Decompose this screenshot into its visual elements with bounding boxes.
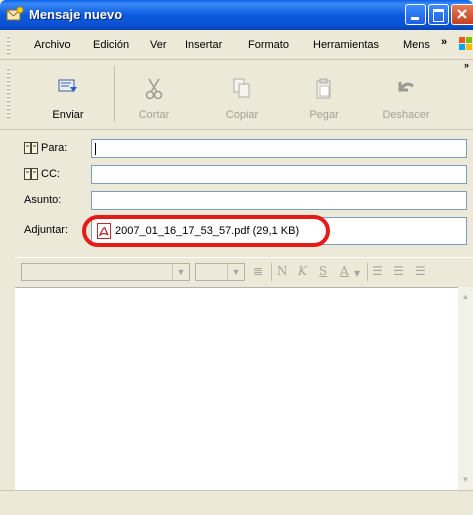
underline-button[interactable]: S	[319, 264, 327, 278]
cc-label: CC:	[41, 168, 60, 180]
menu-ver[interactable]: Ver	[150, 39, 167, 51]
scissors-icon	[145, 78, 163, 100]
message-body-editor[interactable]	[15, 287, 473, 491]
maximize-icon	[433, 9, 444, 22]
menubar-grip[interactable]	[7, 36, 10, 54]
mail-compose-window: Mensaje nuevo Archivo Edición Ver Insert…	[0, 0, 473, 515]
subject-label: Asunto:	[24, 194, 62, 206]
chevron-down-icon[interactable]: ▼	[354, 269, 360, 278]
new-message-icon	[6, 6, 24, 21]
menu-mensaje[interactable]: Mens	[403, 39, 430, 51]
toolbar-separator	[367, 263, 368, 281]
font-size-dropdown[interactable]: ▼	[195, 263, 245, 281]
undo-label: Deshacer	[382, 109, 430, 121]
menu-archivo[interactable]: Archivo	[34, 39, 71, 51]
cut-label: Cortar	[138, 109, 170, 121]
menu-edicion[interactable]: Edición	[93, 39, 129, 51]
undo-icon	[398, 82, 414, 92]
to-label: Para:	[41, 142, 68, 154]
to-label-button[interactable]: Para:	[24, 142, 68, 155]
maximize-button[interactable]	[428, 4, 449, 25]
cut-button[interactable]: Cortar	[126, 60, 182, 129]
menu-herramientas[interactable]: Herramientas	[313, 39, 379, 51]
menu-bar: Archivo Edición Ver Insertar Formato Her…	[0, 30, 473, 60]
cc-field[interactable]	[91, 165, 467, 184]
subject-field[interactable]	[91, 191, 467, 210]
send-button[interactable]: Enviar	[40, 60, 96, 129]
toolbar-grip[interactable]	[7, 68, 10, 120]
status-bar	[0, 490, 473, 515]
formatting-toolbar: ▼ ▼ ≣ N K S A ▼ ☰ ☰ ☰	[15, 257, 473, 286]
cc-label-button[interactable]: CC:	[24, 168, 60, 181]
minimize-icon	[411, 17, 419, 20]
copy-button[interactable]: Copiar	[214, 60, 270, 129]
address-book-icon	[24, 168, 38, 181]
chevron-down-icon[interactable]: ▼	[172, 264, 189, 280]
menu-insertar[interactable]: Insertar	[185, 39, 222, 51]
toolbar-overflow-chevron[interactable]: »	[464, 60, 469, 70]
send-label: Enviar	[52, 109, 84, 121]
scroll-up-arrow-icon[interactable]: ▲	[458, 288, 473, 305]
windows-logo-icon	[459, 37, 472, 50]
left-margin	[0, 257, 15, 490]
copy-label: Copiar	[225, 109, 259, 121]
toolbar-separator	[114, 66, 115, 122]
italic-button[interactable]: K	[298, 264, 307, 278]
numbered-list-icon[interactable]: ☰	[372, 264, 383, 278]
title-bar[interactable]: Mensaje nuevo	[0, 0, 473, 30]
bold-button[interactable]: N	[277, 264, 288, 278]
copy-icon	[233, 78, 250, 98]
close-icon	[457, 9, 467, 19]
attach-label: Adjuntar:	[24, 224, 69, 236]
to-field[interactable]	[91, 139, 467, 158]
highlight-ring	[82, 215, 330, 247]
undo-button[interactable]: Deshacer	[373, 60, 439, 129]
menu-overflow-chevron[interactable]: »	[441, 36, 447, 48]
chevron-down-icon[interactable]: ▼	[227, 264, 244, 280]
address-book-icon	[24, 142, 38, 155]
vertical-scrollbar[interactable]	[458, 287, 473, 490]
paragraph-style-icon[interactable]: ≣	[253, 264, 263, 278]
text-caret	[95, 143, 96, 155]
bullet-list-icon[interactable]: ☰	[393, 264, 404, 278]
paste-label: Pegar	[309, 109, 339, 121]
paste-icon	[316, 78, 331, 99]
menu-formato[interactable]: Formato	[248, 39, 289, 51]
minimize-button[interactable]	[405, 4, 426, 25]
send-icon	[58, 79, 77, 92]
close-button[interactable]	[451, 4, 473, 25]
decrease-indent-icon[interactable]: ☰	[415, 264, 426, 278]
font-name-dropdown[interactable]: ▼	[21, 263, 190, 281]
font-color-button[interactable]: A	[340, 264, 349, 278]
toolbar-separator	[271, 263, 272, 281]
paste-button[interactable]: Pegar	[296, 60, 352, 129]
scroll-down-arrow-icon[interactable]: ▼	[458, 471, 473, 488]
window-title: Mensaje nuevo	[29, 7, 123, 22]
toolbar: Enviar Cortar Copiar Pegar Deshacer »	[0, 60, 473, 130]
